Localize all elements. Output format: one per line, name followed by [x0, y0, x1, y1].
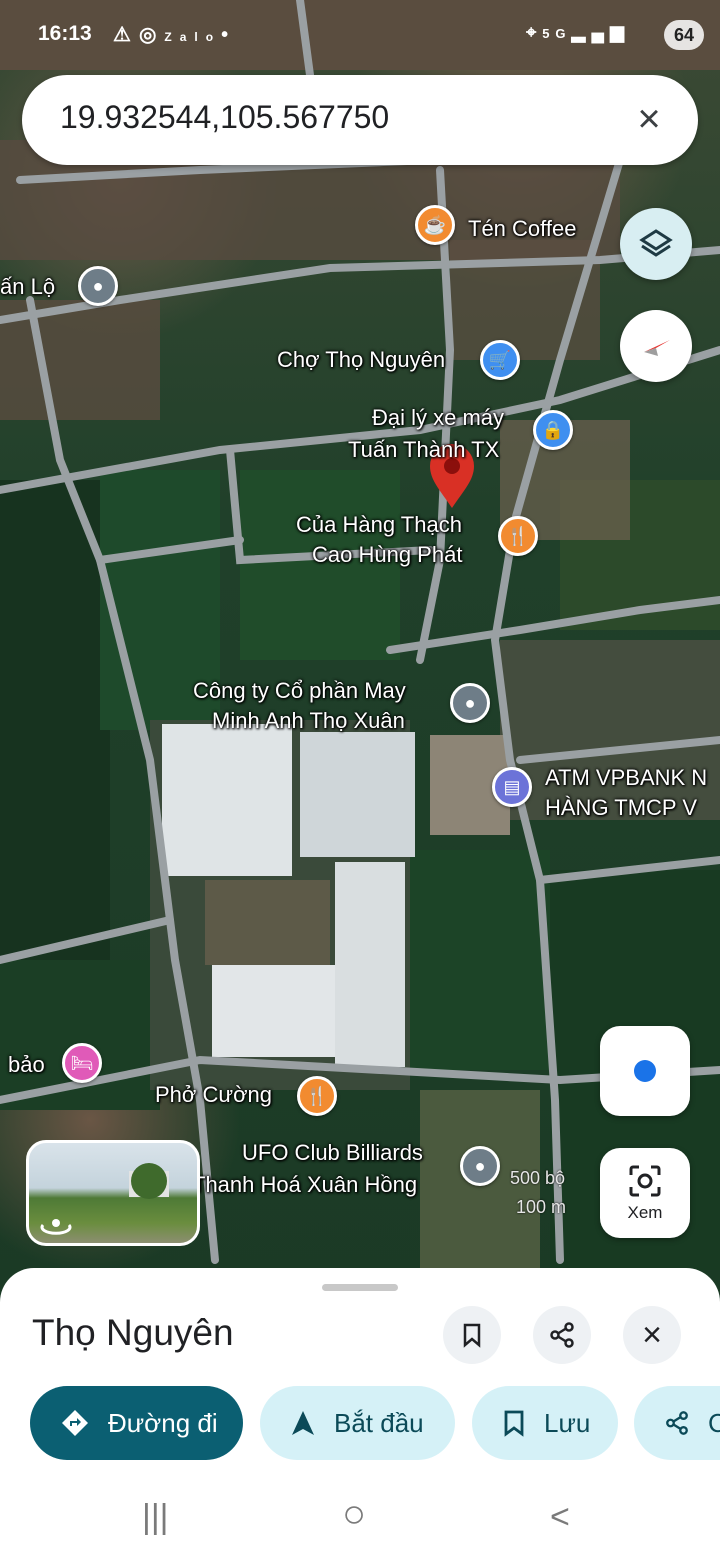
start-label: Bắt đầu [334, 1407, 424, 1438]
clock: 16:13 [38, 22, 92, 45]
map-scale: 500 bộ 100 m [510, 1168, 566, 1218]
system-navigation-bar: ||| ○ < [0, 1478, 720, 1560]
scale-metric: 100 m [516, 1197, 567, 1217]
lens-label: Xem [627, 1203, 663, 1222]
close-sheet-button[interactable]: × [623, 1306, 681, 1364]
my-location-icon [634, 1060, 656, 1082]
search-input[interactable]: 19.932544,105.567750 [60, 99, 389, 136]
back-button[interactable]: < [550, 1498, 570, 1537]
scale-imperial: 500 bộ [510, 1168, 566, 1188]
coffee-icon[interactable]: ☕ [415, 205, 455, 245]
place-bottom-sheet[interactable]: Thọ Nguyên × Đường đi Bắt đầu Lưu C ||| … [0, 1268, 720, 1560]
poi-ufo-club[interactable]: UFO Club Billiards [242, 1138, 423, 1167]
save-icon-button[interactable] [443, 1306, 501, 1364]
warning-icon: ⚠ [113, 24, 139, 46]
poi-cho-tho-nguyen[interactable]: Chợ Thọ Nguyên [277, 345, 445, 374]
poi-pho-cuong[interactable]: Phở Cường [155, 1080, 272, 1109]
location-icon: ⌖ [526, 22, 543, 42]
status-bar: 16:13 ⚠◎Zalo• ⌖5G▂▄▆ 64 [0, 18, 720, 56]
share-icon [664, 1409, 690, 1437]
instagram-icon: ◎ [138, 24, 165, 46]
directions-label: Đường đi [108, 1407, 218, 1438]
compass-icon [644, 340, 670, 356]
share-icon-button[interactable] [533, 1306, 591, 1364]
place-icon[interactable]: ● [78, 266, 118, 306]
poi-cong-ty-may-line2[interactable]: Minh Anh Thọ Xuân [212, 706, 405, 735]
share-icon [550, 1322, 574, 1348]
save-label: Lưu [544, 1407, 591, 1438]
poi-dai-ly-xe-may-line2[interactable]: Tuấn Thành TX [348, 435, 499, 464]
home-button[interactable]: ○ [342, 1492, 366, 1537]
close-icon: × [642, 1316, 662, 1354]
my-location-button[interactable] [600, 1026, 690, 1116]
directions-icon [60, 1408, 90, 1438]
dot-icon: • [221, 24, 237, 46]
directions-button[interactable]: Đường đi [30, 1386, 243, 1460]
poi-ufo-club-line2[interactable]: Thanh Hoá Xuân Hồng [192, 1170, 417, 1199]
zalo-icon: Zalo [164, 30, 222, 44]
place-title: Thọ Nguyên [32, 1312, 234, 1353]
poi-bao[interactable]: bảo [8, 1050, 45, 1079]
place-icon[interactable]: ● [460, 1146, 500, 1186]
shopping-cart-icon[interactable]: 🛒 [480, 340, 520, 380]
poi-atm-vpbank[interactable]: ATM VPBANK N [545, 763, 707, 792]
battery-indicator: 64 [664, 20, 704, 50]
shopping-bag-icon[interactable]: 🔒 [533, 410, 573, 450]
share-button[interactable]: C [634, 1386, 720, 1460]
system-icons: ⌖5G▂▄▆ [526, 22, 630, 43]
search-bar[interactable]: 19.932544,105.567750 × [22, 75, 698, 165]
poi-ten-coffee[interactable]: Tén Coffee [468, 214, 576, 243]
navigation-arrow-icon [290, 1409, 316, 1437]
lens-button[interactable]: Xem [600, 1148, 690, 1238]
restaurant-icon[interactable]: 🍴 [498, 516, 538, 556]
poi-an-lo[interactable]: ấn Lộ [0, 272, 55, 301]
poi-cua-hang-thach-line2[interactable]: Cao Hùng Phát [312, 540, 462, 569]
street-view-rotate-icon [40, 1163, 169, 1235]
street-view-thumbnail[interactable] [26, 1140, 200, 1246]
poi-dai-ly-xe-may[interactable]: Đại lý xe máy [372, 403, 504, 432]
layers-icon [639, 229, 673, 257]
save-button[interactable]: Lưu [472, 1386, 618, 1460]
5g-icon: 5G [542, 26, 572, 41]
compass-button[interactable] [620, 310, 692, 382]
close-icon[interactable]: × [626, 97, 672, 143]
hotel-icon[interactable]: 🛏 [62, 1043, 102, 1083]
sheet-drag-handle[interactable] [322, 1284, 398, 1291]
start-button[interactable]: Bắt đầu [260, 1386, 455, 1460]
restaurant-icon[interactable]: 🍴 [297, 1076, 337, 1116]
bookmark-icon [502, 1409, 526, 1437]
bank-icon[interactable]: ▤ [492, 767, 532, 807]
bookmark-icon [463, 1323, 481, 1348]
recent-apps-button[interactable]: ||| [142, 1498, 169, 1537]
share-label: C [708, 1407, 720, 1438]
poi-cua-hang-thach[interactable]: Của Hàng Thạch [296, 510, 462, 539]
poi-atm-vpbank-line2[interactable]: HÀNG TMCP V [545, 793, 697, 822]
notification-icons: ⚠◎Zalo• [113, 22, 236, 47]
lens-icon [629, 1165, 661, 1197]
signal-icon: ▂▄▆ [571, 22, 630, 42]
layers-button[interactable] [620, 208, 692, 280]
poi-cong-ty-may[interactable]: Công ty Cổ phần May [193, 676, 406, 705]
place-icon[interactable]: ● [450, 683, 490, 723]
